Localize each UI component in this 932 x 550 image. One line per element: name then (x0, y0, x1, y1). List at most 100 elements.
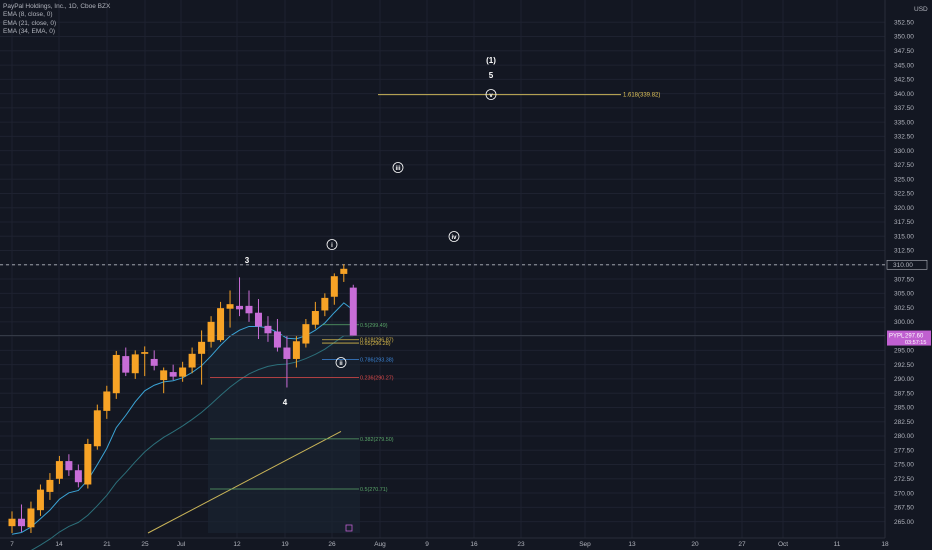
candle (74, 464, 82, 488)
candle-body (236, 305, 244, 310)
x-tick-label: 11 (834, 541, 841, 548)
legend-ema-21[interactable]: EMA (21, close, 0) (3, 20, 110, 28)
y-tick-label: 335.00 (894, 119, 914, 126)
candle-body (103, 391, 111, 411)
ref-price-label: 310.00 (893, 262, 913, 269)
y-tick-label: 290.00 (894, 376, 914, 383)
candle (349, 284, 357, 336)
candle (65, 454, 73, 476)
y-tick-label: 340.00 (894, 91, 914, 98)
chart-grid (0, 0, 886, 539)
candle (122, 347, 130, 377)
y-tick-label: 337.50 (894, 105, 914, 112)
time-axis: 7 14 21 25 Jul 12 19 26 Aug 9 16 23 Sep 13 20 27 Oct 11 18 (10, 541, 889, 548)
fib-label: 0.5(270.71) (360, 487, 388, 493)
candle-body (321, 297, 329, 311)
candle-body (160, 370, 168, 381)
y-tick-label: 295.00 (894, 348, 914, 355)
x-tick-label: 9 (425, 541, 429, 548)
y-tick-label: 302.50 (894, 305, 914, 312)
candle-body (150, 358, 158, 366)
x-tick-label: 20 (691, 541, 699, 548)
candle-body (131, 354, 139, 374)
legend-ema-34[interactable]: EMA (34, EMA, 0) (3, 28, 110, 36)
wave-label: (1) (486, 56, 496, 65)
legend-ema-8[interactable]: EMA (8, close, 0) (3, 11, 110, 19)
candle (188, 347, 196, 374)
candle-body (17, 518, 25, 527)
x-tick-label: 23 (517, 541, 525, 548)
fib-label: 0.65(296.28) (360, 341, 391, 347)
candle (8, 511, 16, 533)
y-tick-label: 280.00 (894, 433, 914, 440)
candle (245, 290, 253, 322)
candle-body (330, 276, 338, 297)
price-chart[interactable]: 1.618(339.82)0.5(299.49)0.618(296.87)0.6… (0, 0, 932, 550)
y-tick-label: 325.00 (894, 176, 914, 183)
fib-label: 0.5(299.49) (360, 323, 388, 329)
candle-body (65, 461, 73, 471)
wave-label: i (331, 243, 333, 249)
candle (17, 504, 25, 532)
y-tick-label: 307.50 (894, 276, 914, 283)
candle-body (188, 353, 196, 368)
x-tick-label: 7 (10, 541, 14, 548)
x-tick-label: 13 (628, 541, 636, 548)
fib-label: 0.786(293.38) (360, 358, 394, 364)
x-tick-label: Sep (579, 541, 591, 548)
candle (311, 301, 319, 329)
last-price-label: 297.60 (905, 334, 924, 340)
candle (169, 364, 177, 381)
y-tick-label: 327.50 (894, 162, 914, 169)
candle (103, 385, 111, 419)
candle-body (122, 356, 130, 373)
y-tick-label: 312.50 (894, 248, 914, 255)
candle-body (207, 321, 215, 342)
y-tick-label: 317.50 (894, 219, 914, 226)
wave-label: 5 (489, 71, 494, 80)
candle-body (283, 347, 291, 359)
wave-label: iv (451, 235, 457, 241)
x-tick-label: 18 (881, 541, 889, 548)
y-tick-label: 270.00 (894, 490, 914, 497)
candle-body (349, 287, 357, 336)
x-tick-label: Jul (177, 541, 186, 548)
wave-label: ii (339, 361, 343, 367)
y-tick-label: 277.50 (894, 447, 914, 454)
wave-label: 3 (245, 256, 250, 265)
y-tick-label: 265.00 (894, 519, 914, 526)
y-tick-label: 272.50 (894, 476, 914, 483)
candle-body (55, 461, 63, 479)
candle (131, 350, 139, 379)
x-tick-label: 21 (103, 541, 111, 548)
candle-body (141, 352, 149, 354)
x-tick-label: 19 (281, 541, 289, 548)
candle-body (292, 341, 300, 359)
wave-label: 4 (283, 398, 288, 407)
candle-body (8, 518, 16, 527)
candle (46, 473, 54, 500)
x-tick-label: 12 (233, 541, 241, 548)
candle-body (46, 479, 54, 492)
candle (93, 404, 101, 450)
currency-label: USD (914, 6, 928, 13)
y-tick-label: 332.50 (894, 134, 914, 141)
x-tick-label: 27 (738, 541, 746, 548)
y-tick-label: 315.00 (894, 233, 914, 240)
fib-label: 0.382(279.50) (360, 437, 394, 443)
candle-body (264, 325, 272, 334)
candle (84, 438, 92, 489)
extension-label: 1.618(339.82) (623, 93, 660, 99)
x-tick-label: 16 (470, 541, 478, 548)
wave-label: iii (395, 166, 400, 172)
symbol-label: PYPL (889, 334, 905, 340)
candle-body (217, 308, 225, 341)
chart-legend: PayPal Holdings, Inc., 1D, Cboe BZX EMA … (3, 3, 110, 36)
candle (198, 330, 206, 385)
candle (150, 350, 158, 371)
candle-body (226, 304, 234, 309)
y-tick-label: 287.50 (894, 390, 914, 397)
x-tick-label: 14 (55, 541, 63, 548)
countdown-label: 03:57:15 (905, 340, 926, 346)
chart-title[interactable]: PayPal Holdings, Inc., 1D, Cboe BZX (3, 3, 110, 11)
